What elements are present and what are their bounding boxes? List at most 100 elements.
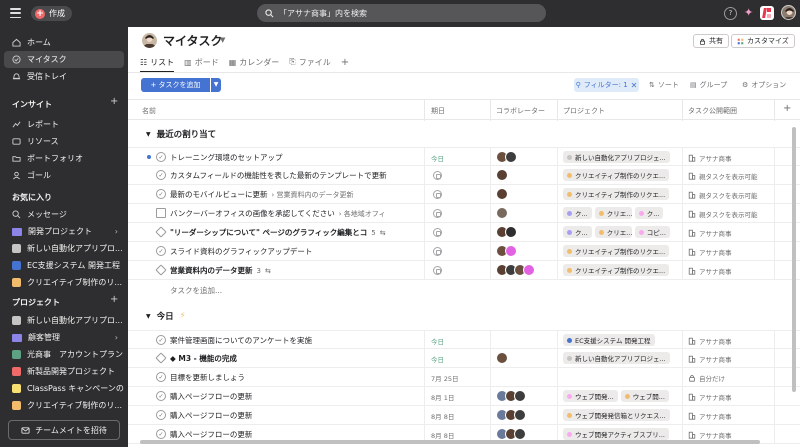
table-row[interactable]: ✓ 最新のモバイルビューに更新 › 営業資料内のデータ更新 クリエイティブ制作のリクエ… [128, 185, 800, 204]
tab-board[interactable]: ▥ ボード [184, 54, 219, 70]
due-date[interactable]: 7月 25日 [431, 373, 458, 383]
table-row[interactable]: ✓ スライド資料のグラフィックアップデート クリエイティブ制作のリクエ... アサナ商… [128, 242, 800, 261]
project-tag[interactable]: ク... [634, 207, 664, 219]
calendar-icon[interactable] [433, 190, 442, 199]
parent-task-link[interactable]: › 営業資料内のデータ更新 [272, 190, 354, 200]
due-date[interactable]: 今日 [431, 354, 444, 364]
complete-checkbox-icon[interactable]: ✓ [156, 246, 166, 256]
calendar-icon[interactable] [433, 228, 442, 237]
task-visibility[interactable]: アサナ商事 [688, 430, 732, 440]
project-tag[interactable]: クリエイティブ制作のリクエ... [563, 169, 670, 181]
collaborators[interactable] [496, 390, 526, 402]
task-visibility[interactable]: アサナ商事 [688, 266, 732, 276]
table-row[interactable]: ✓ 購入ページフローの更新 8月 1日 ウェブ開発... ウェブ開... アサナ商事 [128, 387, 800, 406]
chevron-right-icon[interactable]: › [115, 333, 118, 342]
collaborators[interactable] [496, 409, 526, 421]
collaborators[interactable] [496, 352, 508, 364]
project-tag[interactable]: ク... [563, 207, 592, 219]
sidebar-item-resources[interactable]: リソース [4, 133, 124, 150]
collaborators[interactable] [496, 207, 508, 219]
tab-files[interactable]: ⎘ ファイル [289, 54, 330, 70]
project-tag[interactable]: ク... [563, 226, 592, 238]
sidebar-item-favorite[interactable]: 開発プロジェクト › [4, 223, 124, 240]
avatar[interactable] [505, 226, 517, 238]
complete-checkbox-icon[interactable]: ✓ [156, 391, 166, 401]
project-tag[interactable]: クリエイティブ制作のリクエ... [563, 188, 670, 200]
close-icon[interactable]: ✕ [631, 81, 638, 90]
project-tag[interactable]: クリエイティブ制作のリクエ... [563, 264, 670, 276]
column-due[interactable]: 期日 [431, 106, 445, 116]
avatar[interactable] [496, 207, 508, 219]
filter-button[interactable]: ⚲ フィルター: 1 ✕ [574, 78, 639, 92]
avatar[interactable] [496, 169, 508, 181]
column-collaborators[interactable]: コラボレーター [496, 106, 545, 116]
collaborators[interactable] [496, 151, 517, 163]
collaborators[interactable] [496, 428, 526, 440]
add-task-dropdown[interactable]: ▼ [211, 78, 221, 92]
calendar-icon[interactable] [433, 247, 442, 256]
add-tab-button[interactable]: + [341, 54, 349, 70]
chevron-down-icon[interactable]: ▼ [220, 36, 225, 44]
task-name[interactable]: 購入ページフローの更新 [170, 429, 420, 440]
sidebar-item-favorite[interactable]: メッセージ [4, 206, 124, 223]
sidebar-item-reports[interactable]: レポート [4, 116, 124, 133]
project-tag[interactable]: ウェブ開発発信箱とリクエス... [563, 409, 670, 421]
collapse-triangle-icon[interactable]: ▼ [146, 131, 151, 138]
task-name[interactable]: カスタムフィールドの機能性を表した最新のテンプレートで更新 [170, 170, 420, 181]
task-visibility[interactable]: アサナ商事 [688, 392, 732, 402]
avatar[interactable] [496, 188, 508, 200]
add-insight-icon[interactable]: + [110, 96, 118, 107]
complete-checkbox-icon[interactable]: ✓ [156, 429, 166, 439]
avatar[interactable] [505, 151, 517, 163]
task-visibility[interactable]: アサナ商事 [688, 411, 732, 421]
project-tag[interactable]: コピ... [634, 226, 670, 238]
add-project-icon[interactable]: + [110, 294, 118, 305]
collaborators[interactable] [496, 245, 517, 257]
task-visibility[interactable]: 親タスクを表示可能 [688, 171, 758, 181]
table-row[interactable]: 営業資料内のデータ更新 3 ⇆ クリエイティブ制作のリクエ... アサナ商事 [128, 261, 800, 280]
create-button[interactable]: + 作成 [31, 6, 72, 21]
complete-checkbox-icon[interactable]: ✓ [156, 410, 166, 420]
sidebar-item-my-tasks[interactable]: マイタスク [4, 51, 124, 68]
task-visibility[interactable]: アサナ商事 [688, 354, 732, 364]
menu-icon[interactable] [10, 8, 21, 18]
user-avatar[interactable] [781, 5, 796, 20]
calendar-icon[interactable] [433, 209, 442, 218]
invite-teammates-button[interactable]: チームメイトを招待 [8, 420, 120, 440]
avatar[interactable] [505, 245, 517, 257]
project-tag[interactable]: ウェブ開発アクティブスプリ... [563, 428, 669, 440]
parent-task-link[interactable]: › 各地域オフィ [339, 209, 386, 219]
avatar[interactable] [514, 409, 526, 421]
column-name[interactable]: 名前 [142, 106, 156, 116]
task-name[interactable]: 購入ページフローの更新 [170, 410, 420, 421]
complete-checkbox-icon[interactable]: ✓ [156, 170, 166, 180]
sidebar-item-favorite[interactable]: EC支援システム 開発工程 [4, 257, 124, 274]
due-date[interactable]: 今日 [431, 153, 444, 163]
table-row[interactable]: ✓ 案件管理画面についてのアンケートを実施 今日 EC支援システム 開発工程 アサナ商事 [128, 330, 800, 350]
sidebar-item-project[interactable]: ClassPass キャンペーンの... [4, 380, 124, 397]
task-name[interactable]: 目標を更新しましょう [170, 372, 420, 383]
avatar[interactable] [514, 428, 526, 440]
sidebar-item-home[interactable]: ホーム [4, 34, 124, 51]
task-name[interactable]: 営業資料内のデータ更新 3 ⇆ [170, 265, 420, 276]
project-tag[interactable]: 新しい自動化アプリプロジェ... [563, 352, 670, 364]
vertical-scrollbar[interactable] [792, 127, 796, 392]
task-visibility[interactable]: 自分だけ [688, 373, 725, 383]
project-tag[interactable]: ウェブ開... [620, 390, 669, 402]
task-name[interactable]: 案件管理画面についてのアンケートを実施 [170, 335, 420, 346]
task-name[interactable]: バンクーバーオフィスの画像を承認してください › 各地域オフィ [170, 208, 420, 219]
project-tag[interactable]: ウェブ開発... [563, 390, 618, 402]
column-project[interactable]: プロジェクト [563, 106, 605, 116]
task-name[interactable]: ◆ M3 - 機能の完成 [170, 353, 420, 364]
calendar-icon[interactable] [433, 171, 442, 180]
task-visibility[interactable]: アサナ商事 [688, 228, 732, 238]
due-date[interactable]: 8月 8日 [431, 430, 454, 440]
sort-button[interactable]: ⇅ ソート [649, 78, 679, 92]
sidebar-item-inbox[interactable]: 受信トレイ [4, 68, 124, 85]
group-header[interactable]: ▼ 今日 ⚡ [146, 310, 186, 322]
project-tag[interactable]: EC支援システム 開発工程 [563, 334, 655, 346]
table-row[interactable]: ✓ 目標を更新しましょう 7月 25日 自分だけ [128, 368, 800, 387]
avatar[interactable] [523, 264, 535, 276]
customize-button[interactable]: カスタマイズ [731, 34, 795, 48]
calendar-icon[interactable] [433, 266, 442, 275]
